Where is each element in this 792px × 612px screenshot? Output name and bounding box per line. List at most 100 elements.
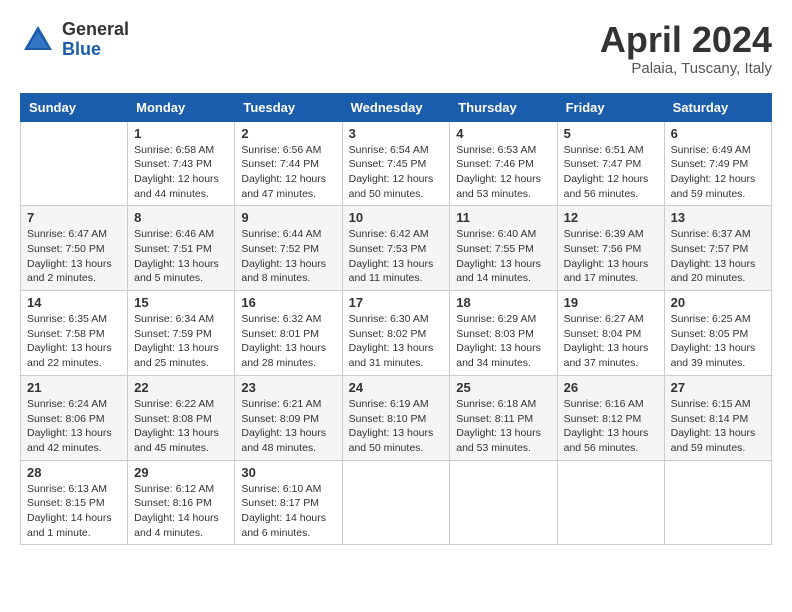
calendar-header: SundayMondayTuesdayWednesdayThursdayFrid…: [21, 93, 772, 121]
day-cell: [21, 121, 128, 206]
day-cell: 2Sunrise: 6:56 AM Sunset: 7:44 PM Daylig…: [235, 121, 342, 206]
day-cell: 4Sunrise: 6:53 AM Sunset: 7:46 PM Daylig…: [450, 121, 557, 206]
day-header-sunday: Sunday: [21, 93, 128, 121]
logo-general-text: General: [62, 20, 129, 40]
day-number: 3: [349, 126, 444, 141]
day-cell: 3 Sunrise: 6:54 AM Sunset: 7:45 PM Daylig…: [342, 121, 450, 206]
day-info: Sunrise: 6:21 AM Sunset: 8:09 PM Dayligh…: [241, 397, 335, 456]
day-cell: 11Sunrise: 6:40 AM Sunset: 7:55 PM Dayli…: [450, 206, 557, 291]
day-header-tuesday: Tuesday: [235, 93, 342, 121]
day-cell: [557, 460, 664, 545]
day-number: 26: [564, 380, 658, 395]
day-number: 11: [456, 210, 550, 225]
day-cell: 14 Sunrise: 6:35 AM Sunset: 7:58 PM Dayli…: [21, 291, 128, 376]
day-number: 16: [241, 295, 335, 310]
day-cell: 22 Sunrise: 6:22 AM Sunset: 8:08 PM Dayli…: [128, 375, 235, 460]
day-info: Sunrise: 6:42 AM Sunset: 7:53 PM Dayligh…: [349, 227, 444, 286]
day-info: Sunrise: 6:58 AM Sunset: 7:43 PM Dayligh…: [134, 143, 228, 202]
day-info: Sunrise: 6:53 AM Sunset: 7:46 PM Dayligh…: [456, 143, 550, 202]
day-info: Sunrise: 6:24 AM Sunset: 8:06 PM Dayligh…: [27, 397, 121, 456]
day-number: 7: [27, 210, 121, 225]
logo-text: General Blue: [62, 20, 129, 60]
day-cell: 7 Sunrise: 6:47 AM Sunset: 7:50 PM Daylig…: [21, 206, 128, 291]
day-info: Sunrise: 6:35 AM Sunset: 7:58 PM Dayligh…: [27, 312, 121, 371]
week-row-3: 14 Sunrise: 6:35 AM Sunset: 7:58 PM Dayli…: [21, 291, 772, 376]
day-cell: 5Sunrise: 6:51 AM Sunset: 7:47 PM Daylig…: [557, 121, 664, 206]
day-number: 25: [456, 380, 550, 395]
day-info: Sunrise: 6:12 AM Sunset: 8:16 PM Dayligh…: [134, 482, 228, 541]
month-title: April 2024: [600, 20, 772, 60]
day-number: 19: [564, 295, 658, 310]
calendar-body: 1Sunrise: 6:58 AM Sunset: 7:43 PM Daylig…: [21, 121, 772, 545]
day-number: 6: [671, 126, 765, 141]
day-info: Sunrise: 6:29 AM Sunset: 8:03 PM Dayligh…: [456, 312, 550, 371]
calendar-table: SundayMondayTuesdayWednesdayThursdayFrid…: [20, 93, 772, 546]
day-info: Sunrise: 6:56 AM Sunset: 7:44 PM Dayligh…: [241, 143, 335, 202]
day-number: 14: [27, 295, 121, 310]
day-cell: 15 Sunrise: 6:34 AM Sunset: 7:59 PM Dayli…: [128, 291, 235, 376]
day-header-saturday: Saturday: [664, 93, 771, 121]
day-cell: 12 Sunrise: 6:39 AM Sunset: 7:56 PM Dayli…: [557, 206, 664, 291]
logo: General Blue: [20, 20, 129, 60]
day-cell: 8 Sunrise: 6:46 AM Sunset: 7:51 PM Daylig…: [128, 206, 235, 291]
day-number: 13: [671, 210, 765, 225]
header-row: SundayMondayTuesdayWednesdayThursdayFrid…: [21, 93, 772, 121]
day-number: 15: [134, 295, 228, 310]
day-cell: 10 Sunrise: 6:42 AM Sunset: 7:53 PM Dayli…: [342, 206, 450, 291]
day-header-wednesday: Wednesday: [342, 93, 450, 121]
day-cell: 28 Sunrise: 6:13 AM Sunset: 8:15 PM Dayli…: [21, 460, 128, 545]
day-cell: [342, 460, 450, 545]
day-cell: 17 Sunrise: 6:30 AM Sunset: 8:02 PM Dayli…: [342, 291, 450, 376]
day-info: Sunrise: 6:18 AM Sunset: 8:11 PM Dayligh…: [456, 397, 550, 456]
day-number: 12: [564, 210, 658, 225]
day-number: 8: [134, 210, 228, 225]
day-number: 9: [241, 210, 335, 225]
day-info: Sunrise: 6:47 AM Sunset: 7:50 PM Dayligh…: [27, 227, 121, 286]
day-cell: 18Sunrise: 6:29 AM Sunset: 8:03 PM Dayli…: [450, 291, 557, 376]
day-info: Sunrise: 6:39 AM Sunset: 7:56 PM Dayligh…: [564, 227, 658, 286]
title-block: April 2024 Palaia, Tuscany, Italy: [600, 20, 772, 77]
day-cell: 26 Sunrise: 6:16 AM Sunset: 8:12 PM Dayli…: [557, 375, 664, 460]
day-info: Sunrise: 6:44 AM Sunset: 7:52 PM Dayligh…: [241, 227, 335, 286]
day-number: 21: [27, 380, 121, 395]
day-info: Sunrise: 6:30 AM Sunset: 8:02 PM Dayligh…: [349, 312, 444, 371]
day-cell: 27Sunrise: 6:15 AM Sunset: 8:14 PM Dayli…: [664, 375, 771, 460]
day-header-thursday: Thursday: [450, 93, 557, 121]
day-info: Sunrise: 6:10 AM Sunset: 8:17 PM Dayligh…: [241, 482, 335, 541]
week-row-1: 1Sunrise: 6:58 AM Sunset: 7:43 PM Daylig…: [21, 121, 772, 206]
day-cell: 25 Sunrise: 6:18 AM Sunset: 8:11 PM Dayli…: [450, 375, 557, 460]
day-number: 20: [671, 295, 765, 310]
day-number: 22: [134, 380, 228, 395]
week-row-4: 21 Sunrise: 6:24 AM Sunset: 8:06 PM Dayli…: [21, 375, 772, 460]
day-info: Sunrise: 6:16 AM Sunset: 8:12 PM Dayligh…: [564, 397, 658, 456]
day-cell: 30Sunrise: 6:10 AM Sunset: 8:17 PM Dayli…: [235, 460, 342, 545]
day-info: Sunrise: 6:34 AM Sunset: 7:59 PM Dayligh…: [134, 312, 228, 371]
day-cell: 29Sunrise: 6:12 AM Sunset: 8:16 PM Dayli…: [128, 460, 235, 545]
day-info: Sunrise: 6:32 AM Sunset: 8:01 PM Dayligh…: [241, 312, 335, 371]
day-info: Sunrise: 6:54 AM Sunset: 7:45 PM Dayligh…: [349, 143, 444, 202]
day-info: Sunrise: 6:27 AM Sunset: 8:04 PM Dayligh…: [564, 312, 658, 371]
day-number: 23: [241, 380, 335, 395]
day-cell: 9 Sunrise: 6:44 AM Sunset: 7:52 PM Daylig…: [235, 206, 342, 291]
day-cell: 24Sunrise: 6:19 AM Sunset: 8:10 PM Dayli…: [342, 375, 450, 460]
page-header: General Blue April 2024 Palaia, Tuscany,…: [20, 20, 772, 77]
day-info: Sunrise: 6:37 AM Sunset: 7:57 PM Dayligh…: [671, 227, 765, 286]
day-header-monday: Monday: [128, 93, 235, 121]
day-info: Sunrise: 6:22 AM Sunset: 8:08 PM Dayligh…: [134, 397, 228, 456]
day-number: 24: [349, 380, 444, 395]
day-cell: 13 Sunrise: 6:37 AM Sunset: 7:57 PM Dayli…: [664, 206, 771, 291]
day-number: 10: [349, 210, 444, 225]
logo-blue-text: Blue: [62, 40, 129, 60]
day-cell: [664, 460, 771, 545]
day-info: Sunrise: 6:46 AM Sunset: 7:51 PM Dayligh…: [134, 227, 228, 286]
day-info: Sunrise: 6:13 AM Sunset: 8:15 PM Dayligh…: [27, 482, 121, 541]
day-cell: 1Sunrise: 6:58 AM Sunset: 7:43 PM Daylig…: [128, 121, 235, 206]
day-info: Sunrise: 6:51 AM Sunset: 7:47 PM Dayligh…: [564, 143, 658, 202]
day-info: Sunrise: 6:25 AM Sunset: 8:05 PM Dayligh…: [671, 312, 765, 371]
day-info: Sunrise: 6:49 AM Sunset: 7:49 PM Dayligh…: [671, 143, 765, 202]
day-cell: 21 Sunrise: 6:24 AM Sunset: 8:06 PM Dayli…: [21, 375, 128, 460]
day-cell: 19 Sunrise: 6:27 AM Sunset: 8:04 PM Dayli…: [557, 291, 664, 376]
day-number: 28: [27, 465, 121, 480]
day-number: 27: [671, 380, 765, 395]
day-number: 17: [349, 295, 444, 310]
